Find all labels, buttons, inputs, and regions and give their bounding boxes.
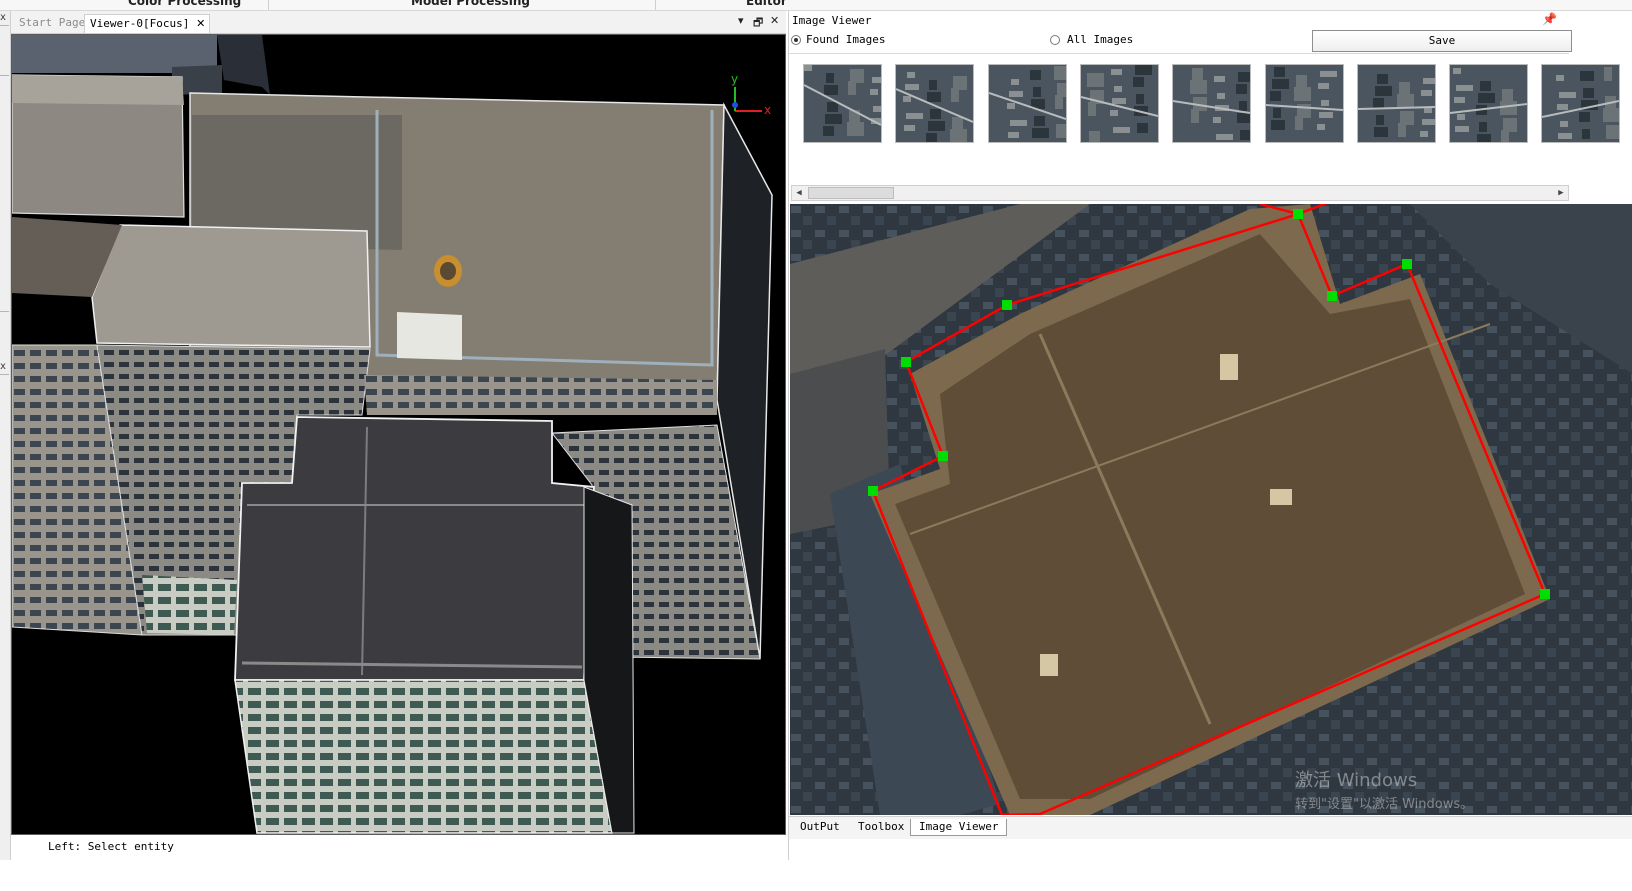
scroll-left-icon[interactable]: ◀: [792, 186, 806, 200]
polygon-vertex-handle[interactable]: [901, 357, 911, 367]
thumbnail-scrollbar[interactable]: ◀ ▶: [791, 185, 1569, 201]
scroll-right-icon[interactable]: ▶: [1554, 186, 1568, 200]
thumbnail-aerial: [896, 65, 974, 142]
thumbnail-strip: [789, 53, 1621, 196]
roof-hut: [397, 312, 462, 360]
polygon-vertex-handle[interactable]: [1540, 589, 1550, 599]
tab-toolbox[interactable]: Toolbox: [850, 819, 912, 835]
thumbnail-aerial: [988, 65, 1066, 142]
polygon-vertex-handle[interactable]: [1293, 209, 1303, 219]
document-tab-strip: Start Page Viewer-0[Focus] ✕ ▾ 🗗 ✕: [11, 11, 786, 34]
radio-all-images[interactable]: [1050, 35, 1060, 45]
ribbon-separator: [268, 0, 269, 10]
image-viewer-panel: Image Viewer 📌 Found Images All Images S…: [788, 11, 1632, 860]
radio-all-images-label: All Images: [1067, 33, 1134, 46]
aerial-image-view[interactable]: 激活 Windows 转到"设置"以激活 Windows。: [790, 204, 1632, 815]
thumbnail-aerial: [1265, 65, 1343, 142]
watermark-line-1: 激活 Windows: [1295, 770, 1417, 791]
thumbnail-image[interactable]: [1541, 64, 1621, 143]
axis-z-dot: [732, 102, 738, 108]
thumbnail-image[interactable]: [1079, 64, 1159, 143]
thumbnail-image[interactable]: [1356, 64, 1436, 143]
thumbnail-aerial: [1542, 65, 1620, 142]
facade-strip: [364, 375, 717, 415]
radio-found-images-label: Found Images: [806, 33, 886, 46]
polygon-vertex-handle[interactable]: [1327, 291, 1337, 301]
thumbnail-aerial: [1080, 65, 1158, 142]
radio-found-images[interactable]: [791, 35, 801, 45]
thumbnail-image[interactable]: [803, 64, 882, 143]
roof-block-middle: [91, 224, 371, 348]
gutter-close-icon[interactable]: x: [0, 11, 9, 26]
axis-y-label: y: [731, 72, 738, 86]
thumbnail-image[interactable]: [1172, 64, 1252, 143]
tab-start-page[interactable]: Start Page: [14, 14, 90, 32]
status-text: Left: Select entity: [48, 840, 174, 853]
thumbnail-image[interactable]: [1449, 64, 1529, 143]
pin-icon[interactable]: 📌: [1542, 12, 1557, 26]
polygon-vertex-handle[interactable]: [938, 451, 948, 461]
3d-scene: x y: [12, 35, 773, 834]
left-dock-gutter: x x: [0, 11, 11, 860]
thumbnail-image[interactable]: [987, 64, 1067, 143]
thumbnail-aerial: [1450, 65, 1528, 142]
gutter-handle[interactable]: [0, 297, 9, 312]
thumbnail-image[interactable]: [1264, 64, 1344, 143]
watermark-line-2: 转到"设置"以激活 Windows。: [1295, 797, 1473, 812]
roof-vent: [1270, 489, 1292, 505]
close-icon[interactable]: ✕: [770, 14, 779, 27]
tab-viewer-0[interactable]: Viewer-0[Focus] ✕: [84, 14, 211, 33]
aerial-image: 激活 Windows 转到"设置"以激活 Windows。: [790, 204, 1632, 815]
polygon-vertex-handle[interactable]: [1002, 300, 1012, 310]
roof-vent: [1220, 354, 1238, 380]
gutter-close-icon[interactable]: x: [0, 360, 9, 375]
thumbnail-aerial: [1357, 65, 1435, 142]
facade-small: [142, 575, 237, 635]
polygon-vertex-handle[interactable]: [868, 486, 878, 496]
ribbon-tab-editor[interactable]: Editor: [746, 0, 787, 8]
ribbon-separator: [655, 0, 656, 10]
tab-viewer-label: Viewer-0[Focus]: [90, 17, 190, 30]
tab-image-viewer[interactable]: Image Viewer: [910, 819, 1008, 836]
ribbon-tab-model-processing[interactable]: Model Processing: [411, 0, 530, 8]
scroll-thumb[interactable]: [808, 187, 894, 199]
roof-vent: [1040, 654, 1058, 676]
polygon-vertex-handle[interactable]: [1402, 259, 1412, 269]
roof-vent-core: [440, 262, 456, 280]
tab-close-icon[interactable]: ✕: [196, 15, 205, 33]
gutter-handle[interactable]: [0, 61, 9, 76]
tab-output[interactable]: OutPut: [792, 819, 848, 835]
thumbnail-aerial: [1173, 65, 1251, 142]
3d-viewport[interactable]: x y: [11, 34, 786, 835]
thumbnail-aerial: [804, 65, 881, 142]
facade-front: [234, 679, 613, 834]
restore-icon[interactable]: 🗗: [753, 14, 763, 33]
panel-title: Image Viewer: [792, 14, 872, 27]
dropdown-icon[interactable]: ▾: [738, 14, 744, 27]
bottom-tab-strip: OutPut Toolbox Image Viewer: [789, 816, 1632, 839]
roof-parapet: [12, 75, 184, 105]
ribbon-tab-color-processing[interactable]: Color Processing: [128, 0, 241, 8]
axis-gizmo: x y: [731, 72, 771, 117]
ribbon-bar: Color Processing Model Processing Editor: [0, 0, 1632, 11]
axis-x-label: x: [764, 103, 771, 117]
thumbnail-image[interactable]: [895, 64, 975, 143]
save-button[interactable]: Save: [1312, 30, 1572, 52]
